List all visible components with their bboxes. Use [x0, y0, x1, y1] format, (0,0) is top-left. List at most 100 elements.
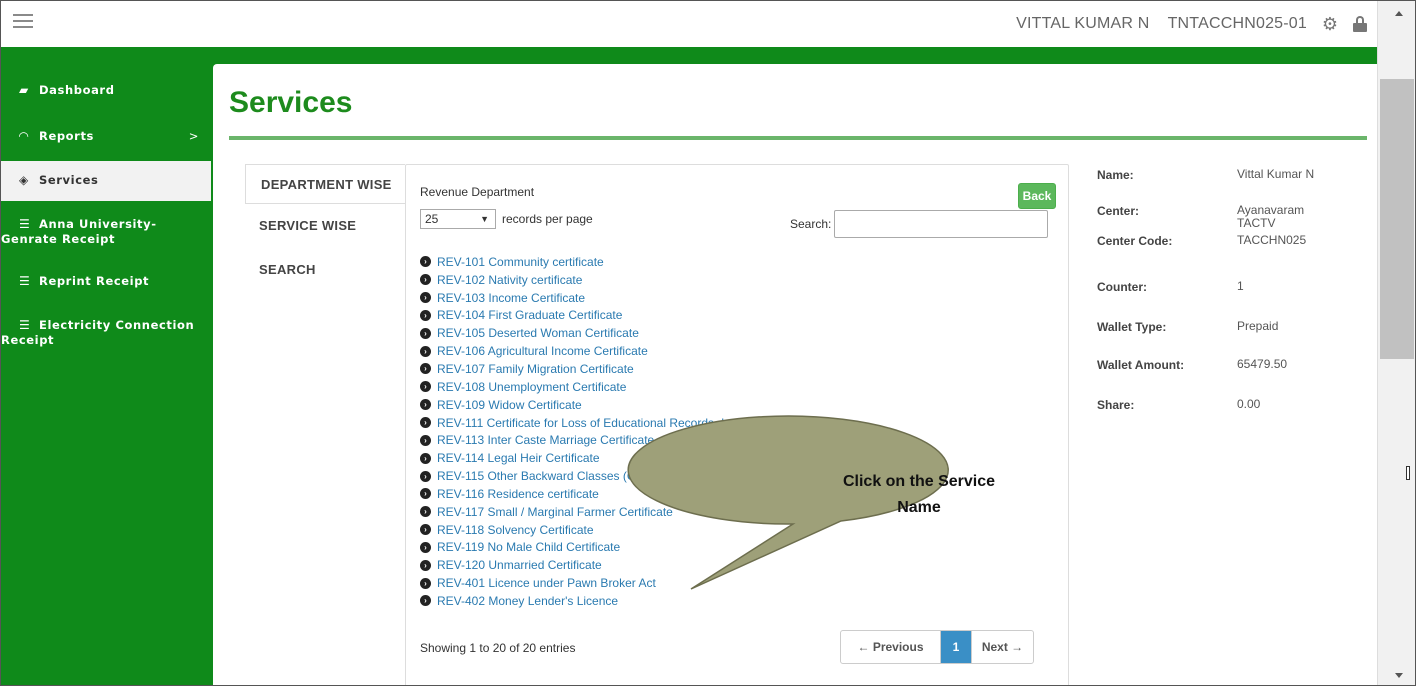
arrow-circle-icon: ›: [420, 309, 431, 321]
service-link[interactable]: REV-120 Unmarried Certificate: [437, 558, 602, 572]
service-list-item[interactable]: › REV-114 Legal Heir Certificate: [420, 449, 798, 467]
tab-service-wise[interactable]: SERVICE WISE: [245, 204, 405, 248]
service-link[interactable]: REV-115 Other Backward Classes (OBC) Cer…: [437, 469, 714, 483]
info-value: 65479.50: [1237, 358, 1287, 371]
arrow-circle-icon: ›: [420, 506, 431, 518]
gear-icon[interactable]: ⚙: [1321, 15, 1339, 33]
info-value: Ayanavaram TACTV: [1237, 204, 1304, 230]
list-icon: ☰: [19, 217, 31, 231]
previous-page-button[interactable]: ← Previous: [841, 631, 941, 663]
tab-search[interactable]: SEARCH: [245, 248, 405, 292]
service-list-item[interactable]: › REV-118 Solvency Certificate: [420, 521, 798, 539]
arrow-circle-icon: ›: [420, 595, 431, 607]
records-per-page-select[interactable]: 25 ▼: [420, 209, 496, 229]
chevron-right-icon: >: [188, 129, 199, 143]
service-list-item[interactable]: › REV-117 Small / Marginal Farmer Certifi…: [420, 503, 798, 521]
info-value: TACCHN025: [1237, 234, 1306, 247]
sidebar-item-services[interactable]: ◈ Services: [1, 161, 211, 201]
service-list-item[interactable]: › REV-116 Residence certificate: [420, 485, 798, 503]
service-link[interactable]: REV-401 Licence under Pawn Broker Act: [437, 576, 656, 590]
service-list-item[interactable]: › REV-103 Income Certificate: [420, 289, 798, 307]
sidebar-item-label-2: Genrate Receipt: [1, 232, 116, 246]
service-link[interactable]: REV-119 No Male Child Certificate: [437, 540, 620, 554]
search-input[interactable]: [834, 210, 1048, 238]
arrow-circle-icon: ›: [420, 417, 431, 429]
info-value-line: TACCHN025: [1237, 233, 1307, 247]
info-value-line: Ayanavaram: [1237, 203, 1305, 217]
entries-info: Showing 1 to 20 of 20 entries: [420, 641, 576, 655]
arrow-circle-icon: ›: [420, 327, 431, 339]
records-per-page-value: 25: [425, 212, 439, 226]
scroll-thumb[interactable]: [1380, 79, 1414, 359]
arrow-circle-icon: ›: [420, 345, 431, 357]
service-list-item[interactable]: › REV-106 Agricultural Income Certificate: [420, 342, 798, 360]
service-link[interactable]: REV-117 Small / Marginal Farmer Certific…: [437, 505, 673, 519]
next-page-button[interactable]: Next →: [971, 631, 1033, 663]
service-link[interactable]: REV-107 Family Migration Certificate: [437, 362, 634, 376]
service-list-item[interactable]: › REV-107 Family Migration Certificate: [420, 360, 798, 378]
tab-department-wise[interactable]: DEPARTMENT WISE: [245, 164, 405, 204]
service-list: › REV-101 Community certificate › REV-102 N…: [420, 253, 798, 610]
service-link[interactable]: REV-118 Solvency Certificate: [437, 523, 594, 537]
service-link[interactable]: REV-104 First Graduate Certificate: [437, 308, 622, 322]
scroll-up-icon[interactable]: [1395, 11, 1403, 16]
app-window: VITTAL KUMAR N TNTACCHN025-01 ⚙ ▰ Dashboa…: [0, 0, 1416, 686]
current-page-button[interactable]: 1: [941, 631, 971, 663]
service-list-item[interactable]: › REV-102 Nativity certificate: [420, 271, 798, 289]
main-panel: Services DEPARTMENT WISE SERVICE WISE SE…: [213, 64, 1381, 685]
arrow-circle-icon: ›: [420, 488, 431, 500]
scrollbar[interactable]: [1377, 1, 1415, 685]
info-value-line: 0.00: [1237, 397, 1261, 411]
sidebar-item-dashboard[interactable]: ▰ Dashboard: [1, 83, 211, 98]
service-list-item[interactable]: › REV-115 Other Backward Classes (OBC) Ce…: [420, 467, 798, 485]
service-link[interactable]: REV-113 Inter Caste Marriage Certificate: [437, 433, 654, 447]
info-value: 0.00: [1237, 398, 1260, 411]
sidebar-item-label: Anna University-: [39, 217, 157, 231]
service-link[interactable]: REV-106 Agricultural Income Certificate: [437, 344, 648, 358]
scroll-down-icon[interactable]: [1395, 673, 1403, 678]
service-list-item[interactable]: › REV-101 Community certificate: [420, 253, 798, 271]
service-list-item[interactable]: › REV-108 Unemployment Certificate: [420, 378, 798, 396]
top-bar: VITTAL KUMAR N TNTACCHN025-01 ⚙: [1, 1, 1379, 47]
sidebar-item-label: Services: [39, 173, 99, 187]
arrow-circle-icon: ›: [420, 399, 431, 411]
info-label: Wallet Amount:: [1097, 358, 1185, 372]
box-icon: ◈: [19, 173, 29, 187]
user-name: VITTAL KUMAR N: [1016, 15, 1150, 32]
arrow-circle-icon: ›: [420, 541, 431, 553]
sidebar-item-label: Electricity Connection: [39, 318, 195, 332]
service-list-item[interactable]: › REV-119 No Male Child Certificate: [420, 539, 798, 557]
service-list-item[interactable]: › REV-401 Licence under Pawn Broker Act: [420, 574, 798, 592]
service-list-item[interactable]: › REV-113 Inter Caste Marriage Certificat…: [420, 431, 798, 449]
sidebar-item-anna-university[interactable]: ☰ Anna University- Genrate Receipt: [1, 217, 211, 247]
arrow-circle-icon: ›: [420, 434, 431, 446]
sidebar-item-electricity-receipt[interactable]: ☰ Electricity Connection Receipt: [1, 318, 211, 348]
service-list-item[interactable]: › REV-105 Deserted Woman Certificate: [420, 324, 798, 342]
service-link[interactable]: REV-116 Residence certificate: [437, 487, 599, 501]
service-link[interactable]: REV-103 Income Certificate: [437, 291, 585, 305]
service-link[interactable]: REV-105 Deserted Woman Certificate: [437, 326, 639, 340]
sidebar-item-reports[interactable]: ◠ Reports >: [1, 129, 211, 144]
sidebar-item-label: Dashboard: [39, 83, 115, 97]
info-label: Center:: [1097, 204, 1140, 218]
service-link[interactable]: REV-114 Legal Heir Certificate: [437, 451, 600, 465]
service-link[interactable]: REV-111 Certificate for Loss of Educatio…: [437, 416, 798, 430]
service-list-item[interactable]: › REV-402 Money Lender's Licence: [420, 592, 798, 610]
back-button[interactable]: Back: [1018, 183, 1056, 209]
service-list-item[interactable]: › REV-120 Unmarried Certificate: [420, 556, 798, 574]
sidebar-item-reprint-receipt[interactable]: ☰ Reprint Receipt: [1, 274, 211, 289]
lock-icon[interactable]: [1353, 16, 1367, 32]
info-value-line: 1: [1237, 279, 1244, 293]
service-link[interactable]: REV-102 Nativity certificate: [437, 273, 582, 287]
sidebar-item-label: Reprint Receipt: [39, 274, 150, 288]
service-list-item[interactable]: › REV-109 Widow Certificate: [420, 396, 798, 414]
menu-icon[interactable]: [13, 11, 33, 31]
service-list-item[interactable]: › REV-111 Certificate for Loss of Educati…: [420, 414, 798, 432]
arrow-circle-icon: ›: [420, 274, 431, 286]
service-link[interactable]: REV-402 Money Lender's Licence: [437, 594, 618, 608]
service-link[interactable]: REV-108 Unemployment Certificate: [437, 380, 626, 394]
info-value: 1: [1237, 280, 1244, 293]
service-link[interactable]: REV-109 Widow Certificate: [437, 398, 582, 412]
service-link[interactable]: REV-101 Community certificate: [437, 255, 604, 269]
service-list-item[interactable]: › REV-104 First Graduate Certificate: [420, 307, 798, 325]
